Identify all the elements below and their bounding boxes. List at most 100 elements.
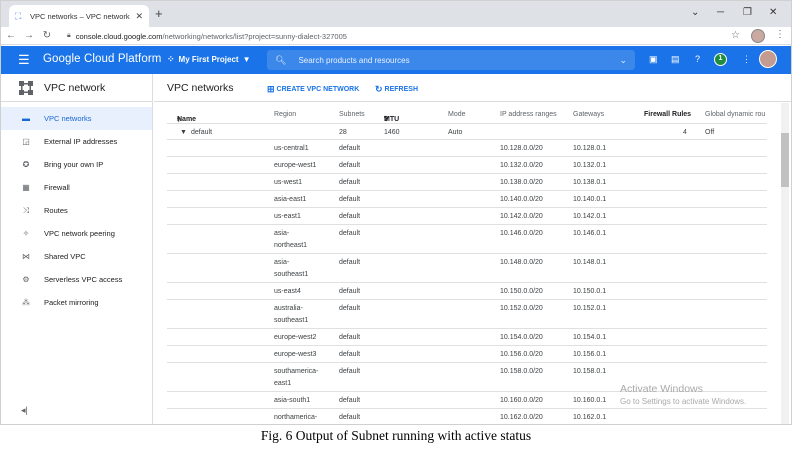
sidebar-item-routes[interactable]: ⤨ Routes <box>1 199 152 222</box>
table-row[interactable]: europe-west2 default 10.154.0.0/20 10.154.0… <box>167 329 767 346</box>
table-row[interactable]: asia-southeast1 default 10.148.0.0/20 10.14… <box>167 254 767 283</box>
table-row[interactable]: australia-southeast1 default 10.152.0.0/20… <box>167 300 767 329</box>
more-options-icon[interactable]: ⋮ <box>742 54 751 65</box>
network-row[interactable]: ▼ default 28 1460 Auto 4 Off <box>167 124 767 140</box>
subnet-name[interactable]: default <box>339 368 360 375</box>
subnet-name[interactable]: default <box>339 196 360 203</box>
refresh-button[interactable]: ↻ REFRESH <box>375 84 418 95</box>
brand-title[interactable]: Google Cloud Platform <box>43 53 161 65</box>
table-row[interactable]: europe-west1 default 10.132.0.0/20 10.132.0… <box>167 157 767 174</box>
profile-avatar[interactable] <box>751 29 765 43</box>
subnet-gateway: 10.162.0.1 <box>573 414 607 421</box>
help-icon[interactable]: ? <box>695 54 700 64</box>
subnet-ip-range: 10.158.0.0/20 <box>500 368 543 375</box>
scrollbar-thumb[interactable] <box>781 133 789 187</box>
subnet-name[interactable]: default <box>339 397 360 404</box>
table-row[interactable]: us-central1 default 10.128.0.0/20 10.128.0.… <box>167 140 767 157</box>
lock-icon: 🔒︎ <box>67 32 71 39</box>
table-row[interactable]: us-east1 default 10.142.0.0/20 10.142.0.1 <box>167 208 767 225</box>
subnet-gateway: 10.160.0.1 <box>573 397 607 404</box>
subnet-region[interactable]: asia-southeast1 <box>274 257 334 281</box>
subnet-name[interactable]: default <box>339 351 360 358</box>
chevron-down-icon: ▼ <box>242 55 251 64</box>
browser-tab[interactable]: ⛶ VPC networks – VPC network – M ✕ <box>9 5 149 27</box>
subnet-name[interactable]: default <box>339 414 360 421</box>
subnet-region[interactable]: us-west1 <box>274 177 330 189</box>
subnet-region[interactable]: asia-east1 <box>274 194 330 206</box>
sidebar-item-byoip[interactable]: ✪ Bring your own IP <box>1 153 152 176</box>
sidebar-item-label: Packet mirroring <box>44 298 99 307</box>
hamburger-menu-icon[interactable]: ☰ <box>18 53 30 66</box>
subnet-ip-range: 10.156.0.0/20 <box>500 351 543 358</box>
cloud-shell-icon[interactable]: ▤ <box>671 54 680 65</box>
project-selector[interactable]: ⁘ My First Project ▼ <box>167 54 250 65</box>
subnet-name[interactable]: default <box>339 305 360 312</box>
restore-icon[interactable]: ❐ <box>743 7 752 18</box>
create-vpc-network-button[interactable]: ⊞ CREATE VPC NETWORK <box>267 84 359 95</box>
subnet-name[interactable]: default <box>339 213 360 220</box>
subnet-name[interactable]: default <box>339 162 360 169</box>
subnet-region[interactable]: southamerica-east1 <box>274 366 334 390</box>
subnet-region[interactable]: europe-west1 <box>274 160 330 172</box>
table-row[interactable]: europe-west3 default 10.156.0.0/20 10.156.0… <box>167 346 767 363</box>
subnet-region[interactable]: australia-southeast1 <box>274 303 334 327</box>
vpc-network-logo-icon <box>18 80 34 96</box>
table-row[interactable]: us-east4 default 10.150.0.0/20 10.150.0.1 <box>167 283 767 300</box>
subnet-ip-range: 10.142.0.0/20 <box>500 213 543 220</box>
subnet-ip-range: 10.132.0.0/20 <box>500 162 543 169</box>
browser-menu-icon[interactable]: ⋮ <box>775 29 785 40</box>
reload-icon[interactable]: ↻ <box>39 30 55 41</box>
subnet-region[interactable]: us-east1 <box>274 211 330 223</box>
sidebar-item-packet-mirroring[interactable]: ⁂ Packet mirroring <box>1 291 152 314</box>
table-row[interactable]: northamerica-northeast1 default 10.162.0.0… <box>167 409 767 424</box>
sidebar-item-firewall[interactable]: ▦ Firewall <box>1 176 152 199</box>
forward-icon[interactable]: → <box>21 30 37 41</box>
subnet-name[interactable]: default <box>339 179 360 186</box>
subnet-region[interactable]: northamerica-northeast1 <box>274 412 334 424</box>
table-row[interactable]: us-west1 default 10.138.0.0/20 10.138.0.1 <box>167 174 767 191</box>
network-name[interactable]: default <box>191 129 212 136</box>
new-tab-icon[interactable]: + <box>155 7 163 20</box>
bookmark-star-icon[interactable]: ☆ <box>731 30 740 41</box>
column-firewall-rules: Firewall Rules <box>644 111 692 118</box>
vpc-networks-table: Name 🡑 Region Subnets MTU ❓︎ Mode IP add… <box>167 106 767 424</box>
expand-caret-icon[interactable]: ▼ <box>180 129 187 136</box>
search-bar[interactable]: 🔍︎ Search products and resources ⌄ <box>267 50 635 70</box>
gift-icon[interactable]: ▣ <box>649 54 658 65</box>
column-gateways: Gateways <box>573 111 605 118</box>
subnet-name[interactable]: default <box>339 288 360 295</box>
minimize-icon[interactable]: ─ <box>717 7 724 18</box>
subnet-region[interactable]: europe-west3 <box>274 349 330 361</box>
network-dynamic-routing: Off <box>705 129 715 136</box>
subnet-region[interactable]: europe-west2 <box>274 332 330 344</box>
url-field[interactable]: 🔒︎ console.cloud.google.com /networking/… <box>67 29 723 43</box>
project-icon: ⁘ <box>167 54 175 64</box>
sidebar-item-peering[interactable]: ✧ VPC network peering <box>1 222 152 245</box>
search-expand-icon[interactable]: ⌄ <box>619 55 627 66</box>
sidebar-item-label: VPC network peering <box>44 229 115 238</box>
table-row[interactable]: asia-northeast1 default 10.146.0.0/20 10.14… <box>167 225 767 254</box>
subnet-name[interactable]: default <box>339 145 360 152</box>
notification-badge[interactable]: 1 <box>714 53 727 66</box>
close-window-icon[interactable]: ✕ <box>769 7 777 18</box>
subnet-region[interactable]: asia-south1 <box>274 395 330 407</box>
sidebar-item-shared-vpc[interactable]: ⋈ Shared VPC <box>1 245 152 268</box>
close-tab-icon[interactable]: ✕ <box>135 11 143 22</box>
subnet-name[interactable]: default <box>339 334 360 341</box>
collapse-sidebar-icon[interactable]: ◂| <box>21 405 28 416</box>
subnet-name[interactable]: default <box>339 230 360 237</box>
sidebar-item-vpc-networks[interactable]: ▬ VPC networks <box>1 107 152 130</box>
sidebar-item-serverless[interactable]: ⚙ Serverless VPC access <box>1 268 152 291</box>
back-icon[interactable]: ← <box>3 30 19 41</box>
subnet-region[interactable]: us-east4 <box>274 286 330 298</box>
url-host: console.cloud.google.com <box>75 31 163 41</box>
sidebar-item-external-ip[interactable]: ◲ External IP addresses <box>1 130 152 153</box>
sidebar: VPC network ▬ VPC networks ◲ External IP a… <box>1 74 153 424</box>
subnet-region[interactable]: us-central1 <box>274 143 330 155</box>
subnet-region[interactable]: asia-northeast1 <box>274 228 334 252</box>
subnet-name[interactable]: default <box>339 259 360 266</box>
table-row[interactable]: asia-east1 default 10.140.0.0/20 10.140.0.1 <box>167 191 767 208</box>
account-avatar[interactable] <box>759 50 777 68</box>
tab-search-icon[interactable]: ⌄ <box>691 7 699 18</box>
help-circle-icon[interactable]: ❓︎ <box>384 116 388 124</box>
